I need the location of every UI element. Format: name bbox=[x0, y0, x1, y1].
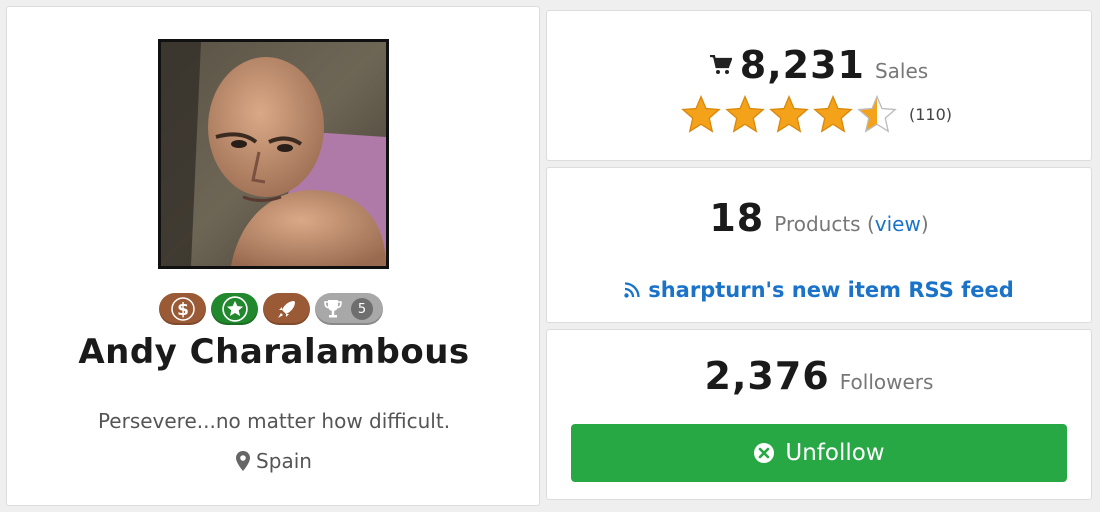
dollar-icon: $ bbox=[170, 297, 195, 321]
rss-feed-link[interactable]: sharpturn's new item RSS feed bbox=[547, 278, 1091, 302]
star-full-icon bbox=[725, 95, 765, 133]
products-stat: 18 Products (view) bbox=[547, 196, 1091, 240]
unfollow-label: Unfollow bbox=[785, 440, 885, 466]
products-label-close: ) bbox=[920, 212, 929, 236]
star-full-icon bbox=[813, 95, 853, 133]
rating-count: (110) bbox=[909, 104, 953, 124]
products-label: Products (view) bbox=[774, 212, 928, 236]
avatar-photo bbox=[161, 42, 386, 266]
sales-count: 8,231 bbox=[739, 43, 865, 87]
svg-text:$: $ bbox=[177, 300, 189, 320]
rating-stars: (110) bbox=[681, 95, 952, 133]
star-half-icon bbox=[857, 95, 897, 133]
view-products-link[interactable]: view bbox=[875, 212, 921, 236]
followers-count: 2,376 bbox=[704, 354, 830, 398]
followers-card: 2,376 Followers Unfollow bbox=[546, 329, 1092, 500]
shopping-cart-icon bbox=[709, 55, 732, 74]
products-card: 18 Products (view) sharpturn's new item … bbox=[546, 167, 1092, 323]
profile-location: Spain bbox=[7, 449, 541, 473]
sales-stat: 8,231 Sales bbox=[547, 43, 1091, 87]
sales-label: Sales bbox=[874, 59, 929, 83]
rss-icon bbox=[624, 282, 640, 298]
star-full-icon bbox=[769, 95, 809, 133]
close-circle-icon bbox=[754, 443, 775, 463]
profile-card: $ 5 Andy Charalambous Persevere...no mat… bbox=[6, 6, 540, 506]
rocket-badge[interactable] bbox=[263, 293, 310, 325]
products-label-text: Products ( bbox=[774, 212, 875, 236]
products-count: 18 bbox=[709, 196, 765, 240]
dollar-badge[interactable]: $ bbox=[159, 293, 206, 325]
trophy-badge[interactable]: 5 bbox=[315, 293, 383, 325]
rocket-icon bbox=[277, 301, 295, 318]
map-marker-icon bbox=[236, 451, 251, 471]
followers-stat: 2,376 Followers bbox=[547, 354, 1091, 398]
badge-row: $ 5 bbox=[159, 292, 383, 326]
trophy-count: 5 bbox=[351, 298, 373, 320]
star-badge[interactable] bbox=[211, 293, 258, 325]
star-full-icon bbox=[681, 95, 721, 133]
profile-tagline: Persevere...no matter how difficult. bbox=[97, 409, 451, 433]
followers-label: Followers bbox=[839, 370, 934, 394]
star-icon bbox=[221, 296, 248, 322]
rss-feed-label: sharpturn's new item RSS feed bbox=[648, 278, 1014, 302]
unfollow-button[interactable]: Unfollow bbox=[571, 424, 1067, 482]
sales-card: 8,231 Sales (110) bbox=[546, 10, 1092, 161]
trophy-icon bbox=[324, 300, 342, 318]
avatar[interactable] bbox=[158, 39, 389, 269]
profile-name: Andy Charalambous bbox=[78, 332, 470, 372]
location-label: Spain bbox=[256, 449, 312, 473]
